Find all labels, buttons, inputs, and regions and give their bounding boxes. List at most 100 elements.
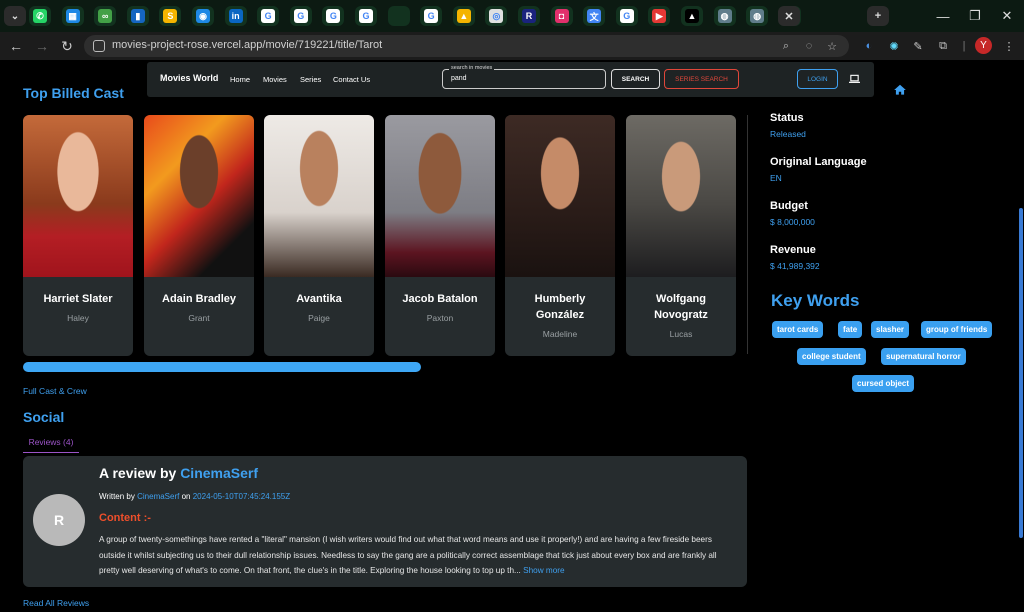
browser-tab[interactable]: ◎ xyxy=(485,6,508,26)
r-tab-icon: R xyxy=(522,9,536,23)
nav-contact[interactable]: Contact Us xyxy=(333,75,370,84)
linkedin-icon: in xyxy=(228,9,243,23)
cast-card[interactable]: Wolfgang Novogratz Lucas xyxy=(626,115,736,356)
google-icon: G xyxy=(293,9,308,23)
keyword-chip[interactable]: tarot cards xyxy=(772,321,824,338)
cast-name: Avantika xyxy=(296,293,342,305)
login-button[interactable]: LOGIN xyxy=(797,69,838,89)
eyedropper-icon[interactable]: ✎ xyxy=(911,39,925,53)
status-value: Released xyxy=(770,129,806,139)
browser-tab[interactable]: G xyxy=(257,6,280,26)
column-divider xyxy=(747,115,748,354)
browser-tab[interactable]: ▶ xyxy=(648,6,671,26)
cast-card[interactable]: Humberly González Madeline xyxy=(505,115,615,356)
full-cast-link[interactable]: Full Cast & Crew xyxy=(23,386,87,396)
home-icon[interactable] xyxy=(893,83,907,97)
cast-role: Madeline xyxy=(542,329,578,339)
keyword-chip[interactable]: cursed object xyxy=(852,375,915,392)
cast-role: Grant xyxy=(188,313,210,323)
minimize-icon[interactable]: — xyxy=(928,6,958,26)
cast-photo xyxy=(505,115,615,277)
zoom-icon[interactable]: ⌕ xyxy=(779,39,793,53)
review-author-link[interactable]: CinemaSerf xyxy=(180,465,258,481)
revenue-label: Revenue xyxy=(770,244,816,256)
extensions-puzzle-icon[interactable]: ⧉ xyxy=(936,39,950,53)
infinity-tab-icon: ∞ xyxy=(98,9,113,23)
browser-tab[interactable] xyxy=(387,6,410,26)
nav-series[interactable]: Series xyxy=(300,75,321,84)
google-icon: G xyxy=(326,9,341,23)
browser-tab[interactable]: R xyxy=(518,6,540,26)
omnibox[interactable]: movies-project-rose.vercel.app/movie/719… xyxy=(84,35,849,57)
page-scrollbar[interactable] xyxy=(1019,208,1023,538)
status-label: Status xyxy=(770,112,804,124)
globe-tab-icon: ◍ xyxy=(717,9,732,23)
youtube-icon: ▶ xyxy=(652,9,667,23)
review-meta-author[interactable]: CinemaSerf xyxy=(137,492,179,501)
on-text: on xyxy=(181,492,191,501)
cast-card[interactable]: Avantika Paige xyxy=(264,115,374,356)
laptop-icon[interactable] xyxy=(849,74,860,84)
cast-role: Paxton xyxy=(426,313,454,323)
google-icon: G xyxy=(424,9,439,23)
menu-kebab-icon[interactable]: ⋮ xyxy=(1002,39,1016,53)
back-icon[interactable]: ← xyxy=(6,37,26,55)
cast-card[interactable]: Jacob Batalon Paxton xyxy=(385,115,495,356)
browser-tab[interactable]: 文 xyxy=(583,6,606,26)
reload-icon[interactable]: ↻ xyxy=(57,37,77,55)
browser-tab[interactable]: ▲ xyxy=(681,6,703,26)
cast-horizontal-scrollbar[interactable] xyxy=(23,362,421,372)
browser-tab[interactable]: ∞ xyxy=(94,6,117,26)
tab-search-dropdown-icon[interactable]: ⌄ xyxy=(4,6,26,26)
keyword-chip[interactable]: supernatural horror xyxy=(881,348,966,365)
language-value: EN xyxy=(770,173,782,183)
s-tab-icon: S xyxy=(163,9,178,23)
new-tab-icon[interactable]: + xyxy=(867,6,889,26)
search-input[interactable]: pand xyxy=(451,75,467,82)
browser-tab[interactable]: G xyxy=(420,6,443,26)
search-field[interactable]: search in movies pand xyxy=(442,65,606,89)
browser-tab[interactable]: ▮ xyxy=(126,6,149,26)
browser-tab[interactable]: G xyxy=(289,6,312,26)
browser-tab[interactable]: G xyxy=(322,6,345,26)
nav-home[interactable]: Home xyxy=(230,75,250,84)
restore-icon[interactable]: ❐ xyxy=(960,6,990,26)
browser-tab[interactable]: S xyxy=(159,6,182,26)
cast-role: Haley xyxy=(67,313,89,323)
search-button[interactable]: SEARCH xyxy=(611,69,660,89)
browser-tab[interactable]: ◍ xyxy=(713,6,736,26)
profile-avatar[interactable]: Y xyxy=(975,37,992,54)
eye-off-icon[interactable]: ◌ xyxy=(802,39,816,53)
react-devtools-icon[interactable]: ✺ xyxy=(887,39,901,53)
site-info-icon[interactable] xyxy=(93,40,105,52)
read-all-reviews-link[interactable]: Read All Reviews xyxy=(23,598,89,608)
extension-icon[interactable]: ◐ xyxy=(862,39,876,53)
browser-tab[interactable]: ✆ xyxy=(29,6,51,26)
keyword-chip[interactable]: college student xyxy=(797,348,866,365)
keyword-chip[interactable]: fate xyxy=(838,321,863,338)
browser-tab[interactable]: G xyxy=(355,6,377,26)
cast-card[interactable]: Adain Bradley Grant xyxy=(144,115,254,356)
browser-tab[interactable]: ◘ xyxy=(550,6,573,26)
show-more-link[interactable]: Show more xyxy=(523,566,564,575)
keyword-chip[interactable]: slasher xyxy=(871,321,910,338)
browser-tab[interactable]: ◍ xyxy=(746,6,769,26)
cast-role: Lucas xyxy=(669,329,693,339)
series-search-button[interactable]: SERIES SEARCH xyxy=(664,69,739,89)
divider: | xyxy=(962,40,966,52)
nav-movies[interactable]: Movies xyxy=(263,75,287,84)
browser-tab[interactable]: ◉ xyxy=(192,6,214,26)
keyword-chip[interactable]: group of friends xyxy=(921,321,993,338)
close-window-icon[interactable]: ✕ xyxy=(992,6,1022,26)
brand-logo[interactable]: Movies World xyxy=(160,73,218,83)
bookmark-star-icon[interactable]: ☆ xyxy=(825,39,839,53)
forward-icon[interactable]: → xyxy=(32,37,52,55)
browser-tab[interactable]: G xyxy=(615,6,638,26)
browser-tab[interactable]: ▲ xyxy=(452,6,475,26)
close-tab-icon[interactable]: ✕ xyxy=(778,6,800,26)
browser-tab[interactable]: ▦ xyxy=(61,6,84,26)
cast-card[interactable]: Harriet Slater Haley xyxy=(23,115,133,356)
tab-reviews[interactable]: Reviews (4) xyxy=(23,437,79,453)
browser-tab[interactable]: in xyxy=(224,6,247,26)
url-text[interactable]: movies-project-rose.vercel.app/movie/719… xyxy=(112,39,382,51)
